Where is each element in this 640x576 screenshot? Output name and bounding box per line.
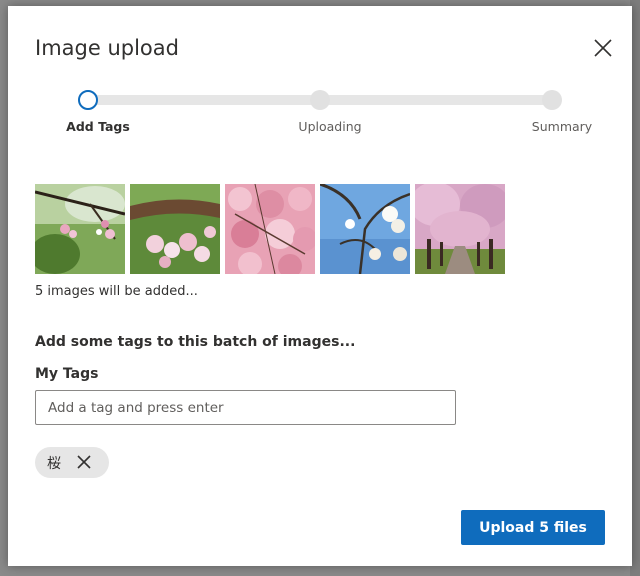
image-thumbnail — [320, 184, 410, 274]
tag-chip: 桜 — [35, 447, 109, 478]
step-label-add-tags: Add Tags — [66, 119, 130, 134]
image-thumbnail — [130, 184, 220, 274]
tag-chip-label: 桜 — [47, 456, 61, 472]
step-dot-add-tags — [78, 90, 98, 110]
image-count-text: 5 images will be added... — [35, 284, 198, 299]
close-icon — [77, 455, 91, 469]
step-label-uploading: Uploading — [298, 119, 362, 134]
image-upload-dialog: Image upload Add Tags Uploading Summary — [8, 6, 632, 566]
step-label-summary: Summary — [531, 119, 593, 134]
step-dot-summary — [542, 90, 562, 110]
tags-section-heading: Add some tags to this batch of images... — [35, 334, 356, 350]
progress-stepper: Add Tags Uploading Summary — [8, 6, 632, 146]
remove-tag-button[interactable] — [74, 452, 94, 472]
image-thumbnail — [35, 184, 125, 274]
step-dot-uploading — [310, 90, 330, 110]
my-tags-label: My Tags — [35, 366, 99, 382]
image-thumbnail — [225, 184, 315, 274]
upload-files-button[interactable]: Upload 5 files — [461, 510, 605, 545]
image-thumbnail — [415, 184, 505, 274]
tag-input[interactable] — [35, 390, 456, 425]
